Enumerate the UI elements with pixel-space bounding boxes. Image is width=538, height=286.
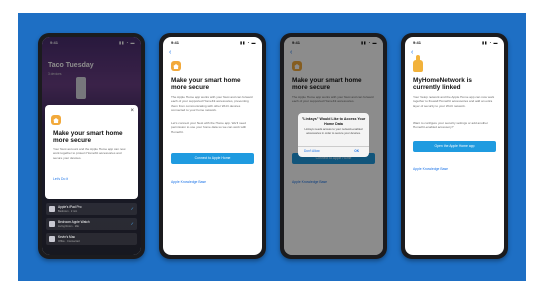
- screen: 9:41 ▮▮ ◔ ▬ ‹ Make your smart home more …: [284, 37, 383, 255]
- description-paragraph-2: Let's connect your Nest with the Home ap…: [171, 121, 247, 134]
- home-icon: [171, 61, 181, 71]
- description-paragraph-1: The Apple Home app works with your Nest …: [171, 95, 253, 113]
- close-icon[interactable]: ×: [130, 108, 134, 114]
- open-apple-home-app-button[interactable]: Open the Apple Home app: [413, 141, 496, 152]
- lets-do-it-link[interactable]: Let's Do it: [53, 177, 68, 181]
- permission-alert: "Linksys" Would Like to Access Your Home…: [298, 113, 369, 157]
- connect-to-apple-home-button[interactable]: Connect to Apple Home: [171, 153, 254, 164]
- promo-background: 9:41 ▮▮ ◔ ▬ Taco Tuesday 3 devices × Mak…: [18, 13, 526, 281]
- page-title: Make your smart home more secure: [171, 77, 241, 92]
- list-item[interactable]: Kevin's Mac Office · Connected: [46, 233, 137, 245]
- list-item[interactable]: Apple's iPad Pro Bedroom · 2 min ✓: [46, 203, 137, 215]
- device-name: Apple's iPad Pro: [58, 205, 82, 209]
- device-name: Bedroom Apple Watch: [58, 220, 90, 224]
- screen: 9:41 ▮▮ ◔ ▬ ‹ Make your smart home more …: [163, 37, 262, 255]
- device-status: Living Room · Idle: [58, 224, 79, 228]
- home-icon: [51, 115, 61, 125]
- check-icon: ✓: [130, 221, 134, 226]
- page-title: MyHomeNetwork is currently linked: [413, 77, 472, 92]
- status-bar: 9:41 ▮▮ ◔ ▬: [169, 40, 256, 46]
- apple-knowledge-base-link[interactable]: Apple Knowledge Base: [171, 180, 206, 184]
- list-item[interactable]: Bedroom Apple Watch Living Room · Idle ✓: [46, 218, 137, 230]
- device-status: Office · Connected: [58, 239, 80, 243]
- alert-title: "Linksys" Would Like to Access Your Home…: [301, 117, 366, 126]
- phone-permission-screen: 9:41 ▮▮ ◔ ▬ ‹ Make your smart home more …: [280, 33, 387, 259]
- back-chevron-icon[interactable]: ‹: [169, 49, 171, 56]
- status-time: 9:41: [413, 40, 422, 45]
- device-name: Kevin's Mac: [58, 235, 76, 239]
- status-indicators: ▮▮ ◔ ▬: [239, 40, 256, 45]
- check-icon: ✓: [130, 206, 134, 211]
- thumbs-up-icon: [413, 55, 423, 72]
- dont-allow-button[interactable]: Don't Allow: [304, 149, 320, 153]
- alert-divider: [298, 146, 369, 147]
- description-paragraph-1: Your Velop network and the Apple Home ap…: [413, 95, 495, 108]
- description-paragraph-2: Want to configure your security settings…: [413, 121, 489, 130]
- back-chevron-icon[interactable]: ‹: [411, 49, 413, 56]
- device-thumbnail: [49, 206, 55, 212]
- screen: 9:41 ▮▮ ◔ ▬ Taco Tuesday 3 devices × Mak…: [42, 37, 141, 255]
- device-list: Apple's iPad Pro Bedroom · 2 min ✓ Bedro…: [46, 203, 137, 248]
- device-thumbnail: [49, 221, 55, 227]
- status-bar: 9:41 ▮▮ ◔ ▬: [411, 40, 498, 46]
- phone-intro-screen: 9:41 ▮▮ ◔ ▬ ‹ Make your smart home more …: [159, 33, 266, 259]
- card-title: Make your smart home more secure: [53, 130, 123, 145]
- card-body: Your Nest account and the Apple Home app…: [53, 147, 126, 160]
- phone-linked-screen: 9:41 ▮▮ ◔ ▬ ‹ MyHomeNetwork is currently…: [401, 33, 508, 259]
- device-status: Bedroom · 2 min: [58, 209, 78, 213]
- phone-home-screen: 9:41 ▮▮ ◔ ▬ Taco Tuesday 3 devices × Mak…: [38, 33, 145, 259]
- device-thumbnail: [49, 236, 55, 242]
- status-time: 9:41: [171, 40, 180, 45]
- alert-message: Linksys needs access to your network-ena…: [304, 127, 363, 135]
- screen: 9:41 ▮▮ ◔ ▬ ‹ MyHomeNetwork is currently…: [405, 37, 504, 255]
- ok-button[interactable]: OK: [354, 149, 359, 153]
- apple-knowledge-base-link[interactable]: Apple Knowledge Base: [413, 167, 448, 171]
- security-card: × Make your smart home more secure Your …: [45, 105, 138, 199]
- status-indicators: ▮▮ ◔ ▬: [481, 40, 498, 45]
